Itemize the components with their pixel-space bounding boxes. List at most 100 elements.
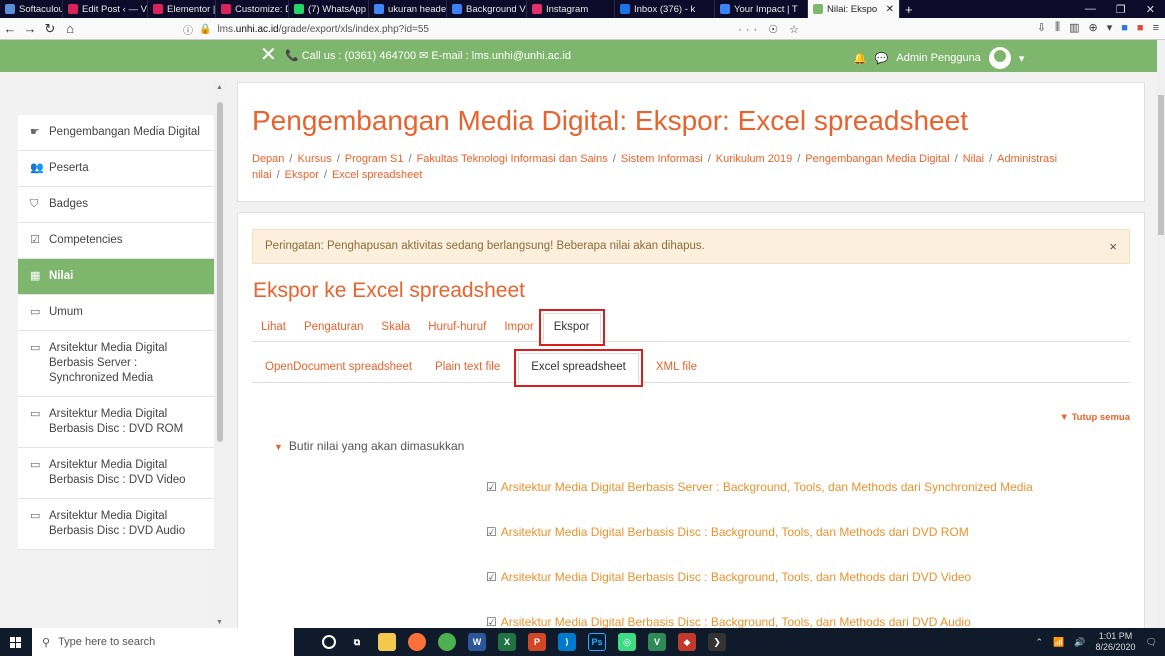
sidebar-item[interactable]: ▭ Arsitektur Media Digital Berbasis Serve… (18, 331, 214, 397)
sidebar-item[interactable]: ⛉ Badges (18, 187, 214, 223)
breadcrumb-link[interactable]: Kursus (297, 153, 331, 165)
chrome-icon[interactable] (438, 633, 456, 651)
clock[interactable]: 1:01 PM 8/26/2020 (1096, 631, 1136, 653)
home-icon[interactable]: ⌂ (60, 21, 80, 36)
sidebar-item[interactable]: ▦ Nilai (18, 259, 214, 295)
info-icon[interactable]: ⓘ (183, 22, 193, 37)
grade-tab[interactable]: Lihat (252, 321, 295, 341)
breadcrumb-link[interactable]: Excel spreadsheet (332, 169, 423, 181)
close-icon[interactable]: × (1109, 239, 1117, 254)
browser-tab[interactable]: Customize: De (216, 0, 289, 18)
sidebar-item[interactable]: ☑ Competencies (18, 223, 214, 259)
breadcrumb-link[interactable]: Pengembangan Media Digital (805, 153, 949, 165)
bell-icon[interactable]: 🔔 (853, 52, 867, 65)
browser-tab[interactable]: Elementor | De (148, 0, 216, 18)
chevron-up-icon[interactable]: ⌃ (1036, 637, 1044, 648)
grade-items-legend[interactable]: ▼ Butir nilai yang akan dimasukkan (274, 439, 464, 453)
extension-icon[interactable]: ■ (1137, 22, 1144, 34)
close-drawer-icon[interactable]: ✕ (260, 45, 277, 65)
powerpoint-icon[interactable]: P (528, 633, 546, 651)
browser-tab[interactable]: Inbox (376) - k (615, 0, 715, 18)
app-icon[interactable]: ◆ (678, 633, 696, 651)
breadcrumb-link[interactable]: Kurikulum 2019 (716, 153, 792, 165)
grade-tab[interactable]: Skala (372, 321, 419, 341)
grade-item-checkbox[interactable]: ☑ Arsitektur Media Digital Berbasis Serve… (486, 480, 1033, 494)
collapse-all-link[interactable]: ▼ Tutup semua (1060, 412, 1130, 423)
grade-tab[interactable]: Pengaturan (295, 321, 372, 341)
grade-tab[interactable]: Ekspor (538, 309, 605, 346)
volume-icon[interactable]: 🔊 (1074, 637, 1085, 648)
app-icon[interactable]: ◎ (618, 633, 636, 651)
firefox-icon[interactable] (408, 633, 426, 651)
back-icon[interactable]: ← (0, 21, 20, 36)
close-window-icon[interactable]: ✕ (1146, 3, 1155, 16)
sidebar-item[interactable]: ☛ Pengembangan Media Digital (18, 115, 214, 151)
breadcrumb-link[interactable]: Fakultas Teknologi Informasi dan Sains (417, 153, 608, 165)
browser-tab[interactable]: Nilai: Ekspo ✕ (808, 0, 900, 18)
word-icon[interactable]: W (468, 633, 486, 651)
browser-tab[interactable]: Instagram (527, 0, 615, 18)
browser-tab[interactable]: Your Impact | T (715, 0, 808, 18)
extension-icon[interactable]: ■ (1121, 22, 1128, 34)
extension-icon[interactable]: ▾ (1107, 21, 1113, 34)
checkbox-icon[interactable]: ☑ (486, 570, 497, 584)
menu-icon[interactable]: ≡ (1153, 22, 1159, 34)
breadcrumb-link[interactable]: Depan (252, 153, 284, 165)
cortana-icon[interactable] (322, 635, 336, 649)
forward-icon[interactable]: → (20, 21, 40, 36)
message-icon[interactable]: 💬 (875, 52, 889, 65)
app-icon[interactable]: ❯ (708, 633, 726, 651)
grade-item-checkbox[interactable]: ☑ Arsitektur Media Digital Berbasis Disc … (486, 570, 971, 584)
sidebar-item[interactable]: ▭ Arsitektur Media Digital Berbasis Disc … (18, 397, 214, 448)
app-icon[interactable]: V (648, 633, 666, 651)
breadcrumb-link[interactable]: Program S1 (345, 153, 404, 165)
export-format-tab[interactable]: XML file (643, 361, 707, 382)
export-format-tab[interactable]: OpenDocument spreadsheet (252, 361, 422, 382)
photoshop-icon[interactable]: Ps (588, 633, 606, 651)
grade-item-checkbox[interactable]: ☑ Arsitektur Media Digital Berbasis Disc … (486, 525, 969, 539)
window-controls[interactable]: — ❐ ✕ (1085, 3, 1165, 16)
checkbox-icon[interactable]: ☑ (486, 615, 497, 629)
taskbar-search[interactable]: ⚲ Type here to search (32, 628, 294, 656)
restore-icon[interactable]: ❐ (1116, 3, 1126, 16)
grade-tab[interactable]: Huruf-huruf (419, 321, 495, 341)
network-icon[interactable]: 📶 (1053, 637, 1064, 648)
sidebar-item[interactable]: ▭ Umum (18, 295, 214, 331)
windows-start-icon[interactable] (4, 628, 26, 656)
browser-tab[interactable]: Background V (447, 0, 527, 18)
browser-tab[interactable]: Edit Post ‹ — V (63, 0, 148, 18)
notification-icon[interactable]: 🗨 (1146, 637, 1157, 648)
vscode-icon[interactable]: ⟩ (558, 633, 576, 651)
grade-item-checkbox[interactable]: ☑ Arsitektur Media Digital Berbasis Disc … (486, 615, 971, 629)
address-bar[interactable]: ⓘ 🔒 lms.unhi.ac.id/grade/export/xls/inde… (183, 20, 803, 38)
export-format-tab[interactable]: Plain text file (422, 361, 510, 382)
file-explorer-icon[interactable] (378, 633, 396, 651)
sidebar-item[interactable]: 👥 Peserta (18, 151, 214, 187)
library-icon[interactable]: ⫼ (1055, 21, 1060, 34)
sidebar-item[interactable]: ▭ Arsitektur Media Digital Berbasis Disc … (18, 499, 214, 550)
breadcrumb-link[interactable]: Sistem Informasi (621, 153, 703, 165)
close-tab-icon[interactable]: ✕ (886, 4, 894, 15)
browser-tab[interactable]: ukuran header (369, 0, 447, 18)
checkbox-icon[interactable]: ☑ (486, 480, 497, 494)
browser-tab[interactable]: (7) WhatsApp (289, 0, 369, 18)
minimize-icon[interactable]: — (1085, 3, 1096, 16)
grade-tab[interactable]: Impor (495, 321, 542, 341)
checkbox-icon[interactable]: ☑ (486, 525, 497, 539)
new-tab-icon[interactable]: + (900, 0, 918, 18)
page-scrollbar[interactable] (1157, 40, 1165, 628)
chevron-down-icon[interactable]: ▾ (1019, 52, 1025, 65)
extension-icon[interactable]: ⊕ (1089, 21, 1098, 34)
task-view-icon[interactable]: ⧉ (348, 633, 366, 651)
downloads-icon[interactable]: ⇩ (1037, 21, 1046, 34)
export-format-tab[interactable]: Excel spreadsheet (514, 349, 643, 387)
sidebar-toggle-icon[interactable]: ▥ (1069, 21, 1079, 34)
breadcrumb-link[interactable]: Ekspor (285, 169, 319, 181)
avatar[interactable] (988, 47, 1011, 69)
sidebar-item[interactable]: ▭ Arsitektur Media Digital Berbasis Disc … (18, 448, 214, 499)
browser-tab[interactable]: Softaculous - S (0, 0, 63, 18)
user-name[interactable]: Admin Pengguna (896, 52, 980, 64)
excel-icon[interactable]: X (498, 633, 516, 651)
sidebar-scrollbar[interactable]: ▲ ▼ (214, 82, 226, 628)
reload-icon[interactable]: ↻ (40, 21, 60, 37)
